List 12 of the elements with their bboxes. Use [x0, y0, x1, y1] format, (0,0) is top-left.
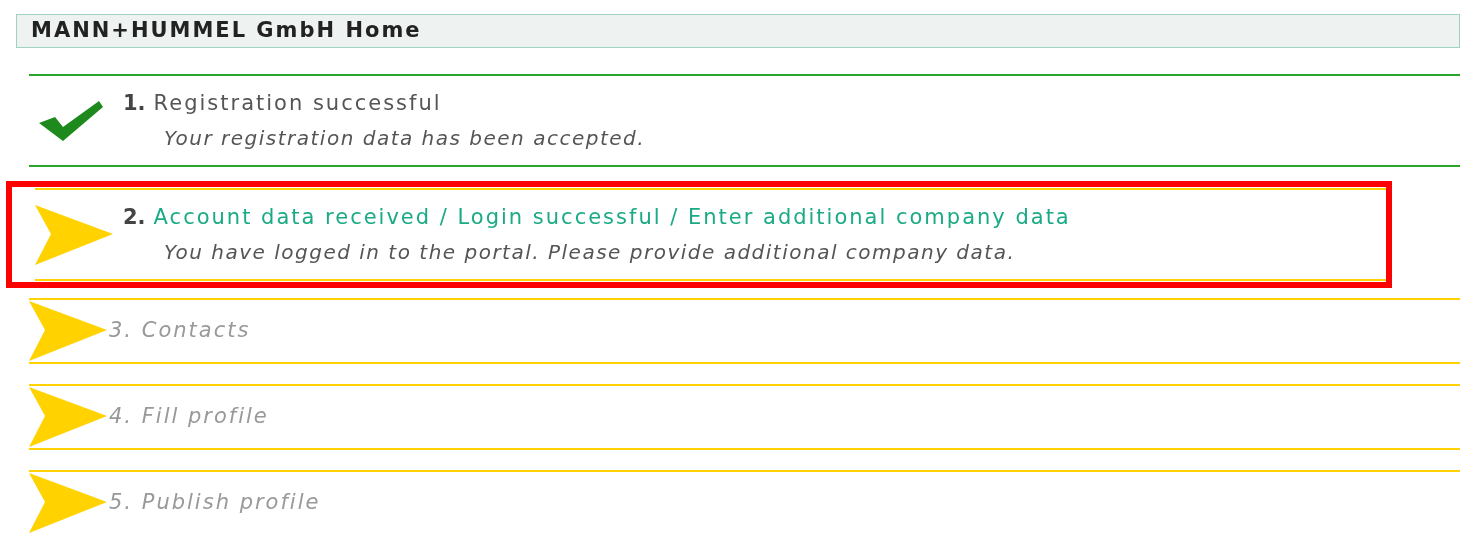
step-description: You have logged in to the portal. Please provide additional company data.: [164, 239, 1017, 267]
step-title: Registration successful: [153, 89, 442, 117]
step-title: 4. Fill profile: [109, 403, 269, 431]
step-number: 2.: [123, 203, 146, 231]
step-description: Your registration data has been accepted.: [164, 125, 646, 153]
step-title: 5. Publish profile: [109, 489, 321, 517]
checkmark-icon: [37, 98, 103, 143]
arrow-icon: [35, 204, 113, 265]
step-title: Account data received / Login successful / Enter additional company data: [153, 203, 1071, 231]
step-title: 3. Contacts: [109, 317, 251, 345]
page-header: MANN+HUMMEL GmbH Home: [16, 14, 1460, 48]
step-number: 1.: [123, 89, 146, 117]
